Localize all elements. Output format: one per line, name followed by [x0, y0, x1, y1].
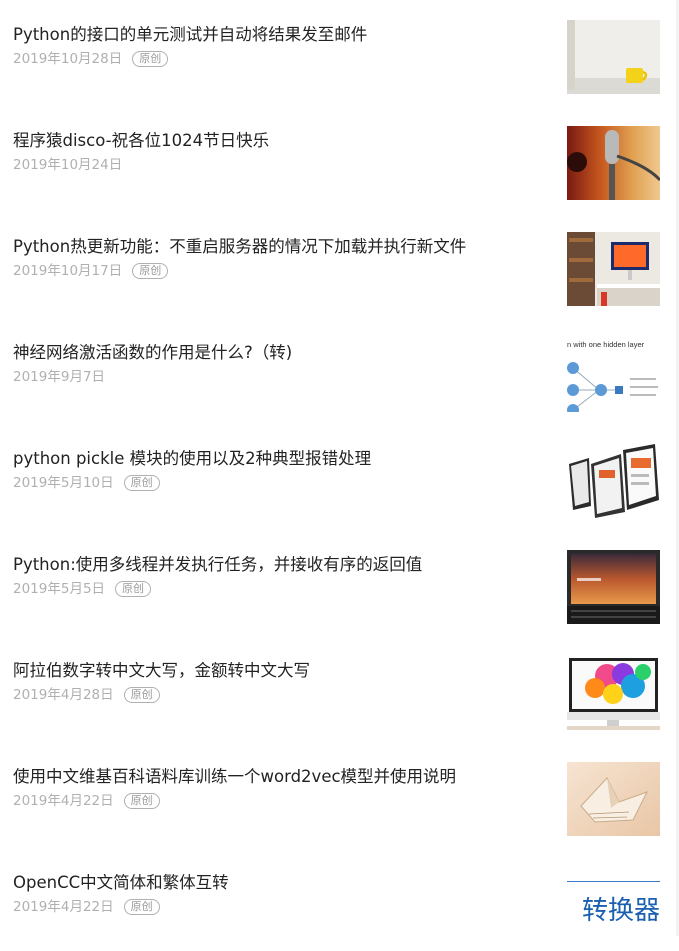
article-title[interactable]: 神经网络激活函数的作用是什么?（转)	[13, 341, 553, 365]
article-title[interactable]: Python:使用多线程并发执行任务，并接收有序的返回值	[13, 553, 553, 577]
article-meta: 2019年5月5日 原创	[13, 579, 152, 599]
article-title[interactable]: 使用中文维基百科语料库训练一个word2vec模型并使用说明	[13, 765, 553, 789]
converter-text: 转换器	[581, 896, 660, 926]
article-meta: 2019年4月28日 原创	[13, 685, 160, 705]
article-thumbnail[interactable]	[567, 656, 660, 730]
original-badge: 原创	[123, 687, 160, 703]
article-title[interactable]: python pickle 模块的使用以及2种典型报错处理	[13, 447, 553, 471]
article-item[interactable]: OpenCC中文简体和繁体互转 2019年4月22日 原创 转换器	[0, 853, 676, 951]
article-thumbnail[interactable]	[567, 762, 660, 836]
original-badge: 原创	[132, 263, 169, 279]
article-thumbnail[interactable]	[567, 126, 660, 200]
article-thumbnail[interactable]	[567, 20, 660, 94]
article-date: 2019年4月28日	[13, 687, 114, 703]
article-thumbnail[interactable]: n with one hidden layer	[567, 338, 660, 412]
original-badge: 原创	[132, 51, 169, 67]
article-date: 2019年5月10日	[13, 475, 114, 491]
article-title[interactable]: 程序猿disco-祝各位1024节日快乐	[13, 129, 553, 153]
article-date: 2019年10月24日	[13, 157, 123, 173]
article-meta: 2019年5月10日 原创	[13, 473, 160, 493]
article-item[interactable]: Python的接口的单元测试并自动将结果发至邮件 2019年10月28日 原创	[0, 5, 676, 112]
article-meta: 2019年4月22日 原创	[13, 791, 160, 811]
article-meta: 2019年10月17日 原创	[13, 261, 169, 281]
original-badge: 原创	[123, 899, 160, 915]
original-badge: 原创	[115, 581, 152, 597]
article-date: 2019年5月5日	[13, 581, 106, 597]
nn-caption: n with one hidden layer	[567, 340, 645, 349]
article-meta: 2019年10月24日	[13, 155, 122, 175]
article-item[interactable]: Python:使用多线程并发执行任务，并接收有序的返回值 2019年5月5日 原创	[0, 535, 676, 642]
article-date: 2019年10月17日	[13, 263, 123, 279]
article-list: Python的接口的单元测试并自动将结果发至邮件 2019年10月28日 原创 程…	[0, 0, 679, 951]
article-title[interactable]: 阿拉伯数字转中文大写，金额转中文大写	[13, 659, 553, 683]
article-date: 2019年9月7日	[13, 369, 106, 385]
article-title[interactable]: Python的接口的单元测试并自动将结果发至邮件	[13, 23, 553, 47]
article-thumbnail[interactable]	[567, 232, 660, 306]
article-date: 2019年4月22日	[13, 793, 114, 809]
article-thumbnail[interactable]: 转换器	[567, 868, 660, 951]
article-meta: 2019年9月7日	[13, 367, 105, 387]
article-meta: 2019年4月22日 原创	[13, 897, 160, 917]
article-title[interactable]: OpenCC中文简体和繁体互转	[13, 871, 553, 895]
article-date: 2019年10月28日	[13, 51, 123, 67]
article-item[interactable]: Python热更新功能：不重启服务器的情况下加载并执行新文件 2019年10月1…	[0, 217, 676, 324]
article-item[interactable]: 神经网络激活函数的作用是什么?（转) 2019年9月7日 n with one …	[0, 323, 676, 430]
article-title[interactable]: Python热更新功能：不重启服务器的情况下加载并执行新文件	[13, 235, 553, 259]
article-item[interactable]: 程序猿disco-祝各位1024节日快乐 2019年10月24日	[0, 111, 676, 218]
original-badge: 原创	[123, 793, 160, 809]
article-item[interactable]: python pickle 模块的使用以及2种典型报错处理 2019年5月10日…	[0, 429, 676, 536]
article-item[interactable]: 使用中文维基百科语料库训练一个word2vec模型并使用说明 2019年4月22…	[0, 747, 676, 854]
article-item[interactable]: 阿拉伯数字转中文大写，金额转中文大写 2019年4月28日 原创	[0, 641, 676, 748]
article-date: 2019年4月22日	[13, 899, 114, 915]
article-thumbnail[interactable]	[567, 444, 660, 518]
article-meta: 2019年10月28日 原创	[13, 49, 169, 69]
article-thumbnail[interactable]	[567, 550, 660, 624]
original-badge: 原创	[123, 475, 160, 491]
